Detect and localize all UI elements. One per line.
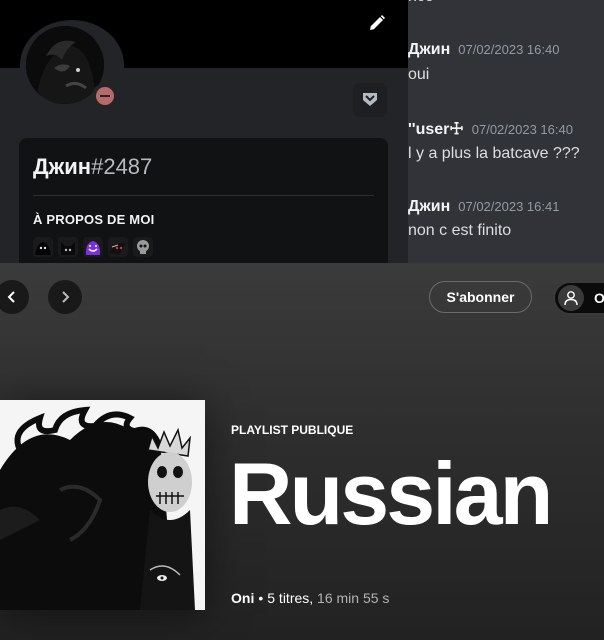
message-author[interactable]: Джин [408, 198, 450, 215]
message-header: Джин 07/02/2023 16:41 [408, 198, 559, 216]
chevron-right-icon [62, 291, 70, 303]
about-me-emojis [33, 237, 153, 257]
red-eyes-emoji[interactable] [108, 237, 128, 257]
dark-cat-emoji[interactable] [58, 237, 78, 257]
profile-card: Джин#2487 À PROPOS DE MOI [19, 138, 388, 263]
user-profile-popout: Джин#2487 À PROPOS DE MOI [0, 0, 408, 263]
playlist-owner-link[interactable]: Oni [231, 590, 254, 606]
user-menu-button[interactable]: O [553, 281, 604, 315]
message-timestamp: 07/02/2023 16:41 [458, 199, 560, 214]
dnd-icon [96, 87, 114, 105]
message-timestamp: 07/02/2023 16:40 [471, 122, 573, 137]
playlist-type-label: PLAYLIST PUBLIQUE [231, 423, 354, 437]
skull-icon [137, 240, 149, 254]
purple-smile-icon [85, 241, 101, 255]
subscribe-button[interactable]: S'abonner [429, 281, 532, 313]
collapse-button[interactable] [353, 83, 387, 117]
red-eyes-icon [109, 242, 127, 255]
pencil-icon [370, 15, 385, 30]
playlist-cover[interactable] [0, 400, 205, 610]
black-creature-emoji[interactable] [33, 237, 53, 257]
discord-window: nco Джин 07/02/2023 16:40 oui ''user☩ 07/0… [0, 0, 604, 263]
user-icon [558, 285, 584, 311]
dark-cat-icon [61, 242, 75, 255]
message-header: Джин 07/02/2023 16:40 [408, 41, 559, 59]
message-text: l y a plus la batcave ??? [408, 145, 580, 162]
black-creature-icon [35, 242, 51, 255]
message-text: oui [408, 66, 430, 83]
forward-button[interactable] [48, 280, 82, 314]
message-text-partial: nco [408, 0, 434, 6]
back-button[interactable] [0, 280, 29, 314]
username-text: Джин [33, 154, 92, 179]
playlist-duration: 16 min 55 s [317, 590, 390, 606]
profile-username[interactable]: Джин#2487 [33, 154, 152, 180]
user-initial: O [594, 290, 604, 306]
message-header: ''user☩ 07/02/2023 16:40 [408, 119, 573, 139]
chevron-left-icon [7, 291, 15, 303]
skull-emoji[interactable] [133, 237, 153, 257]
track-count: 5 titres, [267, 590, 314, 606]
edit-profile-button[interactable] [364, 10, 390, 36]
chat-messages: nco Джин 07/02/2023 16:40 oui ''user☩ 07/0… [408, 0, 604, 263]
playlist-meta: Oni • 5 titres, 16 min 55 s [231, 590, 389, 606]
purple-smile-emoji[interactable] [83, 237, 103, 257]
message-author[interactable]: ''user☩ [408, 121, 464, 138]
playlist-title: Russian [229, 444, 553, 543]
about-me-heading: À PROPOS DE MOI [33, 212, 155, 227]
message-timestamp: 07/02/2023 16:40 [458, 42, 560, 57]
cover-art-image [0, 400, 205, 610]
message-text: non c est finito [408, 222, 512, 239]
status-dnd-indicator [92, 83, 118, 109]
meta-separator: • [258, 590, 264, 606]
spotify-window: S'abonner O PLAYLIST PUBLIQUE Russian On… [0, 263, 604, 640]
message-author[interactable]: Джин [408, 41, 450, 58]
divider [33, 195, 374, 196]
username-tag: #2487 [91, 154, 153, 179]
chevron-down-icon [363, 93, 377, 106]
